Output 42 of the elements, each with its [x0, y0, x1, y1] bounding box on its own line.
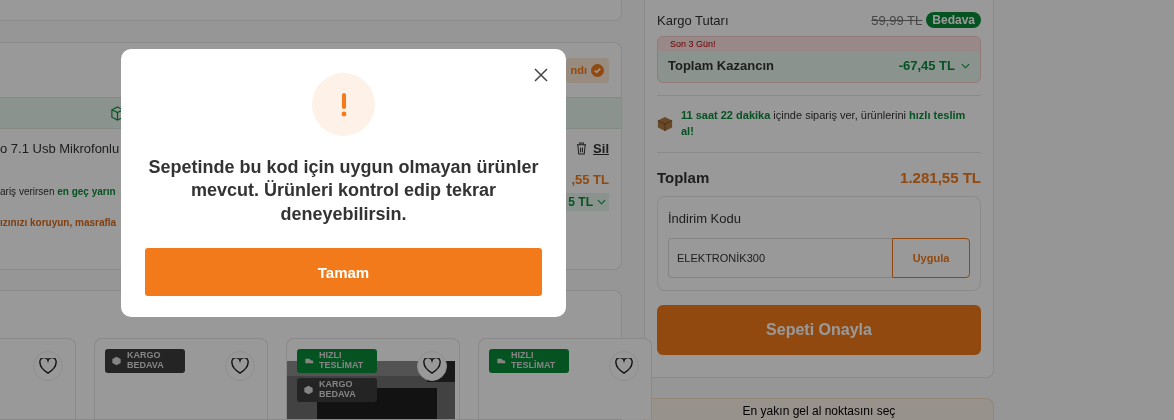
product-card[interactable]: KARGO BEDAVA: [94, 338, 268, 419]
product-badge: KARGO BEDAVA: [105, 349, 185, 373]
favorite-button[interactable]: [417, 351, 447, 381]
coupon-input[interactable]: ELEKTRONİK300: [668, 237, 892, 278]
dialog-message: Sepetinde bu kod için uygun olmayan ürünler mevcut. Ürünleri kontrol edip tekrar deneyebilirsin.: [147, 156, 540, 226]
warning-note: ızınızı koruyun, masrafla: [0, 217, 118, 229]
favorite-button[interactable]: [609, 351, 639, 381]
product-badge: HIZLI TESLİMAT: [297, 349, 377, 373]
delete-button[interactable]: Sil: [576, 141, 609, 157]
shipping-label: Kargo Tutarı: [657, 12, 729, 28]
chevron-down-icon: [597, 199, 606, 206]
product-card[interactable]: HIZLI TESLİMAT KARGO BEDAVA: [286, 338, 460, 419]
close-icon[interactable]: [534, 68, 548, 82]
heart-icon: [615, 358, 633, 374]
chevron-down-icon: [961, 62, 970, 69]
shipping-note: ariş verirsen en geç yarın: [0, 186, 116, 198]
apply-button[interactable]: Uygula: [892, 237, 970, 278]
savings-dropdown[interactable]: Toplam Kazancın -67,45 TL: [658, 51, 980, 82]
product-card[interactable]: HIZLI TESLİMAT: [478, 338, 652, 419]
pickup-point-button[interactable]: En yakın gel al noktasını seç: [644, 398, 994, 420]
product-badge: KARGO BEDAVA: [297, 377, 377, 402]
favorite-button[interactable]: [225, 351, 255, 381]
confirm-cart-button[interactable]: Sepeti Onayla: [657, 304, 981, 355]
parcel-icon: [657, 115, 673, 132]
favorite-button[interactable]: [33, 351, 63, 381]
free-badge: Bedava: [926, 12, 981, 28]
heart-icon: [39, 358, 57, 374]
delivery-message: 11 saat 22 dakika içinde sipariş ver, ürünlerini hızlı teslim al!: [681, 108, 967, 139]
ok-button[interactable]: Tamam: [145, 248, 542, 297]
trash-icon: [576, 142, 588, 156]
product-badge: HIZLI TESLİMAT: [489, 349, 569, 373]
deal-tag: Son 3 Gün!: [658, 39, 980, 51]
heart-icon: [423, 358, 441, 374]
saving-dropdown[interactable]: 5 TL: [565, 193, 609, 212]
heart-icon: [231, 358, 249, 374]
old-shipping-price: 59,99 TL: [871, 12, 923, 28]
product-price: ,55 TL: [571, 172, 609, 188]
total-label: Toplam: [657, 168, 710, 186]
total-value: 1.281,55 TL: [900, 168, 981, 186]
seller-badge: ndı: [565, 57, 609, 83]
product-name: o 7.1 Usb Mikrofonlu: [0, 141, 120, 157]
coupon-label: İndirim Kodu: [668, 210, 742, 226]
